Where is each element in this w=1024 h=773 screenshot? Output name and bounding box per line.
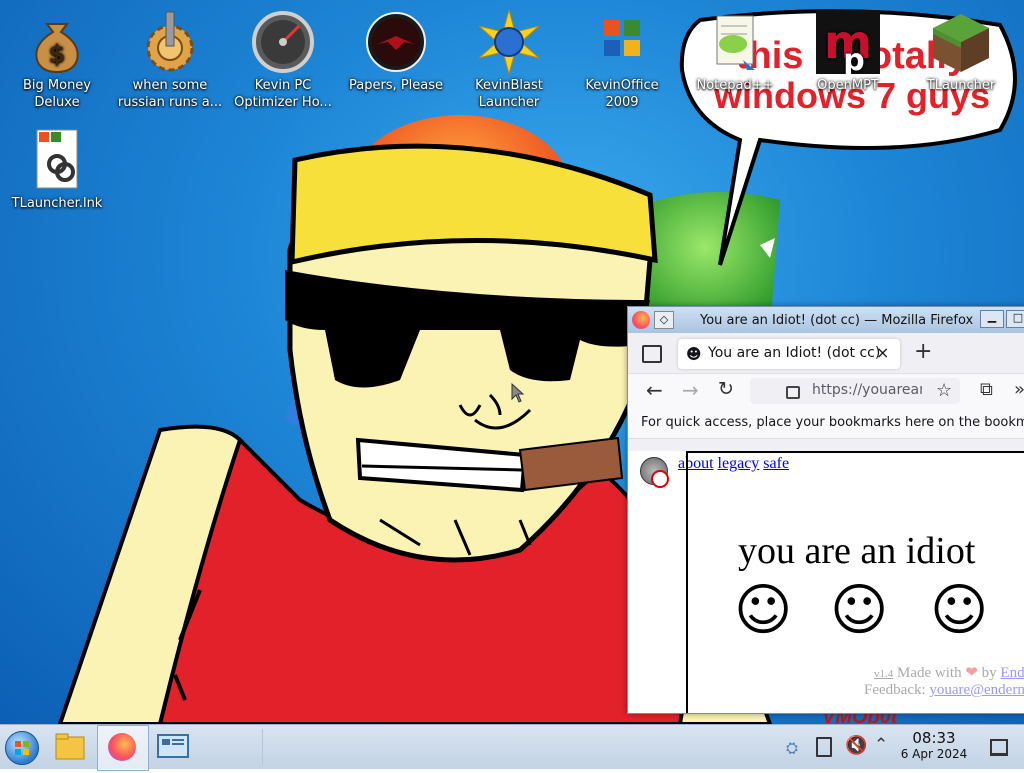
gauge-icon bbox=[251, 10, 315, 74]
tray-network-icon[interactable]: ⛭ bbox=[786, 739, 798, 757]
desktop-icon-tlauncher-lnk[interactable]: TLauncher.lnk bbox=[2, 124, 112, 212]
taskbar: ⛭ 🔇 ⌃ 08:33 6 Apr 2024 bbox=[0, 724, 1024, 771]
folder-icon bbox=[55, 733, 85, 760]
icon-label: when some russian runs a... bbox=[117, 78, 223, 110]
icon-label: KevinOffice 2009 bbox=[585, 78, 659, 110]
clock-time: 08:33 bbox=[912, 729, 956, 747]
window-titlebar[interactable]: ◇ You are an Idiot! (dot cc) — Mozilla F… bbox=[628, 307, 1024, 333]
mpt-icon: mp bbox=[816, 10, 880, 78]
lock-icon[interactable] bbox=[786, 386, 800, 399]
author-link[interactable]: Enderman bbox=[1000, 665, 1024, 681]
desktop-icon-kevin-pc-optimizer[interactable]: Kevin PC Optimizer Ho... bbox=[228, 6, 338, 111]
forward-button[interactable]: → bbox=[682, 378, 699, 402]
gear-icon bbox=[138, 10, 202, 74]
by-text: by bbox=[981, 665, 997, 681]
tray-clipboard-icon[interactable] bbox=[816, 737, 832, 757]
starburst-icon bbox=[477, 8, 541, 76]
reload-button[interactable]: ↻ bbox=[718, 378, 734, 400]
version-link[interactable]: v1.4 bbox=[874, 668, 893, 680]
taskbar-firefox[interactable] bbox=[97, 725, 149, 771]
taskbar-divider bbox=[262, 729, 263, 765]
computer-settings-icon bbox=[157, 734, 189, 758]
smiley-icon-3: ☺ bbox=[930, 578, 989, 643]
desktop-icon-papers-please[interactable]: Papers, Please bbox=[341, 6, 451, 94]
desktop-icon-russian-runs[interactable]: when some russian runs a... bbox=[115, 6, 225, 111]
desktop-icon-kevinoffice-2009[interactable]: KevinOffice 2009 bbox=[567, 6, 677, 111]
firefox-logo-icon bbox=[632, 311, 650, 329]
tab-overview-icon[interactable] bbox=[642, 345, 662, 363]
eagle-emblem-icon bbox=[364, 10, 428, 74]
feedback-email-link[interactable]: youare@enderman.ch bbox=[929, 682, 1024, 698]
clock-date: 6 Apr 2024 bbox=[900, 747, 968, 761]
heart-icon: ❤ bbox=[965, 665, 978, 681]
icon-label: Notepad++ bbox=[696, 78, 774, 93]
mouse-cursor bbox=[511, 383, 525, 403]
new-tab-button[interactable]: + bbox=[914, 339, 932, 364]
firefox-window[interactable]: ◇ You are an Idiot! (dot cc) — Mozilla F… bbox=[627, 306, 1024, 714]
tab-youareanidiot[interactable]: ☻ You are an Idiot! (dot cc) × bbox=[678, 339, 900, 369]
icon-label: KevinBlast Launcher bbox=[475, 78, 543, 110]
desktop-icon-notepad-plus-plus[interactable]: Notepad++ bbox=[680, 6, 790, 94]
svg-text:p: p bbox=[843, 43, 864, 74]
desktop-icon-kevinblast-launcher[interactable]: KevinBlast Launcher bbox=[454, 6, 564, 111]
taskbar-system-app[interactable] bbox=[152, 725, 196, 769]
tab-close-button[interactable]: × bbox=[876, 343, 889, 362]
icon-label: Papers, Please bbox=[348, 78, 444, 93]
desktop-icon-tlauncher[interactable]: TLauncher bbox=[906, 6, 1016, 94]
feedback-label: Feedback: bbox=[864, 682, 926, 698]
money-bag-icon: $ bbox=[25, 10, 89, 74]
bookmarks-toolbar: For quick access, place your bookmarks h… bbox=[628, 408, 1024, 439]
smiley-favicon-icon: ☻ bbox=[686, 345, 702, 363]
grass-block-icon bbox=[929, 10, 993, 74]
tab-title: You are an Idiot! (dot cc) bbox=[708, 345, 881, 361]
clock[interactable]: 08:33 6 Apr 2024 bbox=[896, 730, 972, 762]
notepad-icon bbox=[703, 10, 767, 74]
speaker-muted-icon[interactable] bbox=[640, 457, 669, 488]
idiot-heading: you are an idiot bbox=[738, 530, 976, 572]
desktop: this is totally windows 7 guys VMOb0t $ … bbox=[0, 0, 1024, 724]
back-button[interactable]: ← bbox=[646, 378, 663, 402]
windows-logo-icon bbox=[15, 741, 29, 755]
extensions-icon[interactable]: ⧉ bbox=[980, 379, 993, 400]
icon-label: Big Money Deluxe bbox=[22, 78, 91, 110]
icon-label: TLauncher.lnk bbox=[11, 196, 103, 211]
overflow-menu-icon[interactable]: » bbox=[1014, 379, 1024, 400]
icon-label: OpenMPT bbox=[817, 78, 879, 93]
feedback-line: Feedback: youare@enderman.ch bbox=[864, 682, 1024, 699]
icon-label: Kevin PC Optimizer Ho... bbox=[234, 78, 332, 110]
url-text: https://youareanidiot bbox=[812, 382, 922, 398]
window-title: You are an Idiot! (dot cc) — Mozilla Fir… bbox=[700, 313, 974, 328]
idiot-popup: you are an idiot ☺ ☺ ☺ v1.4 Made with ❤ … bbox=[686, 451, 1024, 713]
window-menu-icon[interactable]: ◇ bbox=[654, 311, 674, 329]
made-with-text: Made with bbox=[897, 665, 962, 681]
office-logo-icon bbox=[590, 10, 654, 74]
shortcut-file-icon bbox=[25, 128, 89, 192]
start-button[interactable] bbox=[5, 731, 39, 765]
show-desktop-icon[interactable] bbox=[990, 739, 1008, 756]
desktop-icon-big-money-deluxe[interactable]: $ Big Money Deluxe bbox=[2, 6, 112, 111]
taskbar-file-explorer[interactable] bbox=[50, 725, 90, 769]
page-content: about legacy safe you are an idiot ☺ ☺ ☺… bbox=[628, 451, 1024, 713]
bookmarks-hint: For quick access, place your bookmarks h… bbox=[641, 415, 1024, 430]
desktop-icon-openmpt[interactable]: mp OpenMPT bbox=[793, 6, 903, 94]
firefox-icon bbox=[108, 733, 136, 761]
maximize-button[interactable]: □ bbox=[1006, 310, 1024, 328]
tray-volume-muted-icon[interactable]: 🔇 bbox=[845, 735, 867, 756]
smiley-icon-2: ☺ bbox=[830, 578, 889, 643]
tab-strip: ☻ You are an Idiot! (dot cc) × + bbox=[628, 333, 1024, 373]
nav-toolbar: ← → ↻ https://youareanidiot ☆ ⧉ » bbox=[628, 373, 1024, 408]
icon-label: TLauncher bbox=[926, 78, 996, 93]
svg-text:$: $ bbox=[49, 40, 66, 68]
tray-expand-icon[interactable]: ⌃ bbox=[874, 735, 888, 755]
url-bar[interactable]: https://youareanidiot ☆ bbox=[750, 378, 960, 404]
made-with-line: v1.4 Made with ❤ by Enderman bbox=[874, 663, 1024, 682]
minimize-button[interactable]: ▁ bbox=[980, 310, 1004, 328]
bookmark-star-icon[interactable]: ☆ bbox=[936, 380, 952, 401]
smiley-icon-1: ☺ bbox=[734, 578, 793, 643]
